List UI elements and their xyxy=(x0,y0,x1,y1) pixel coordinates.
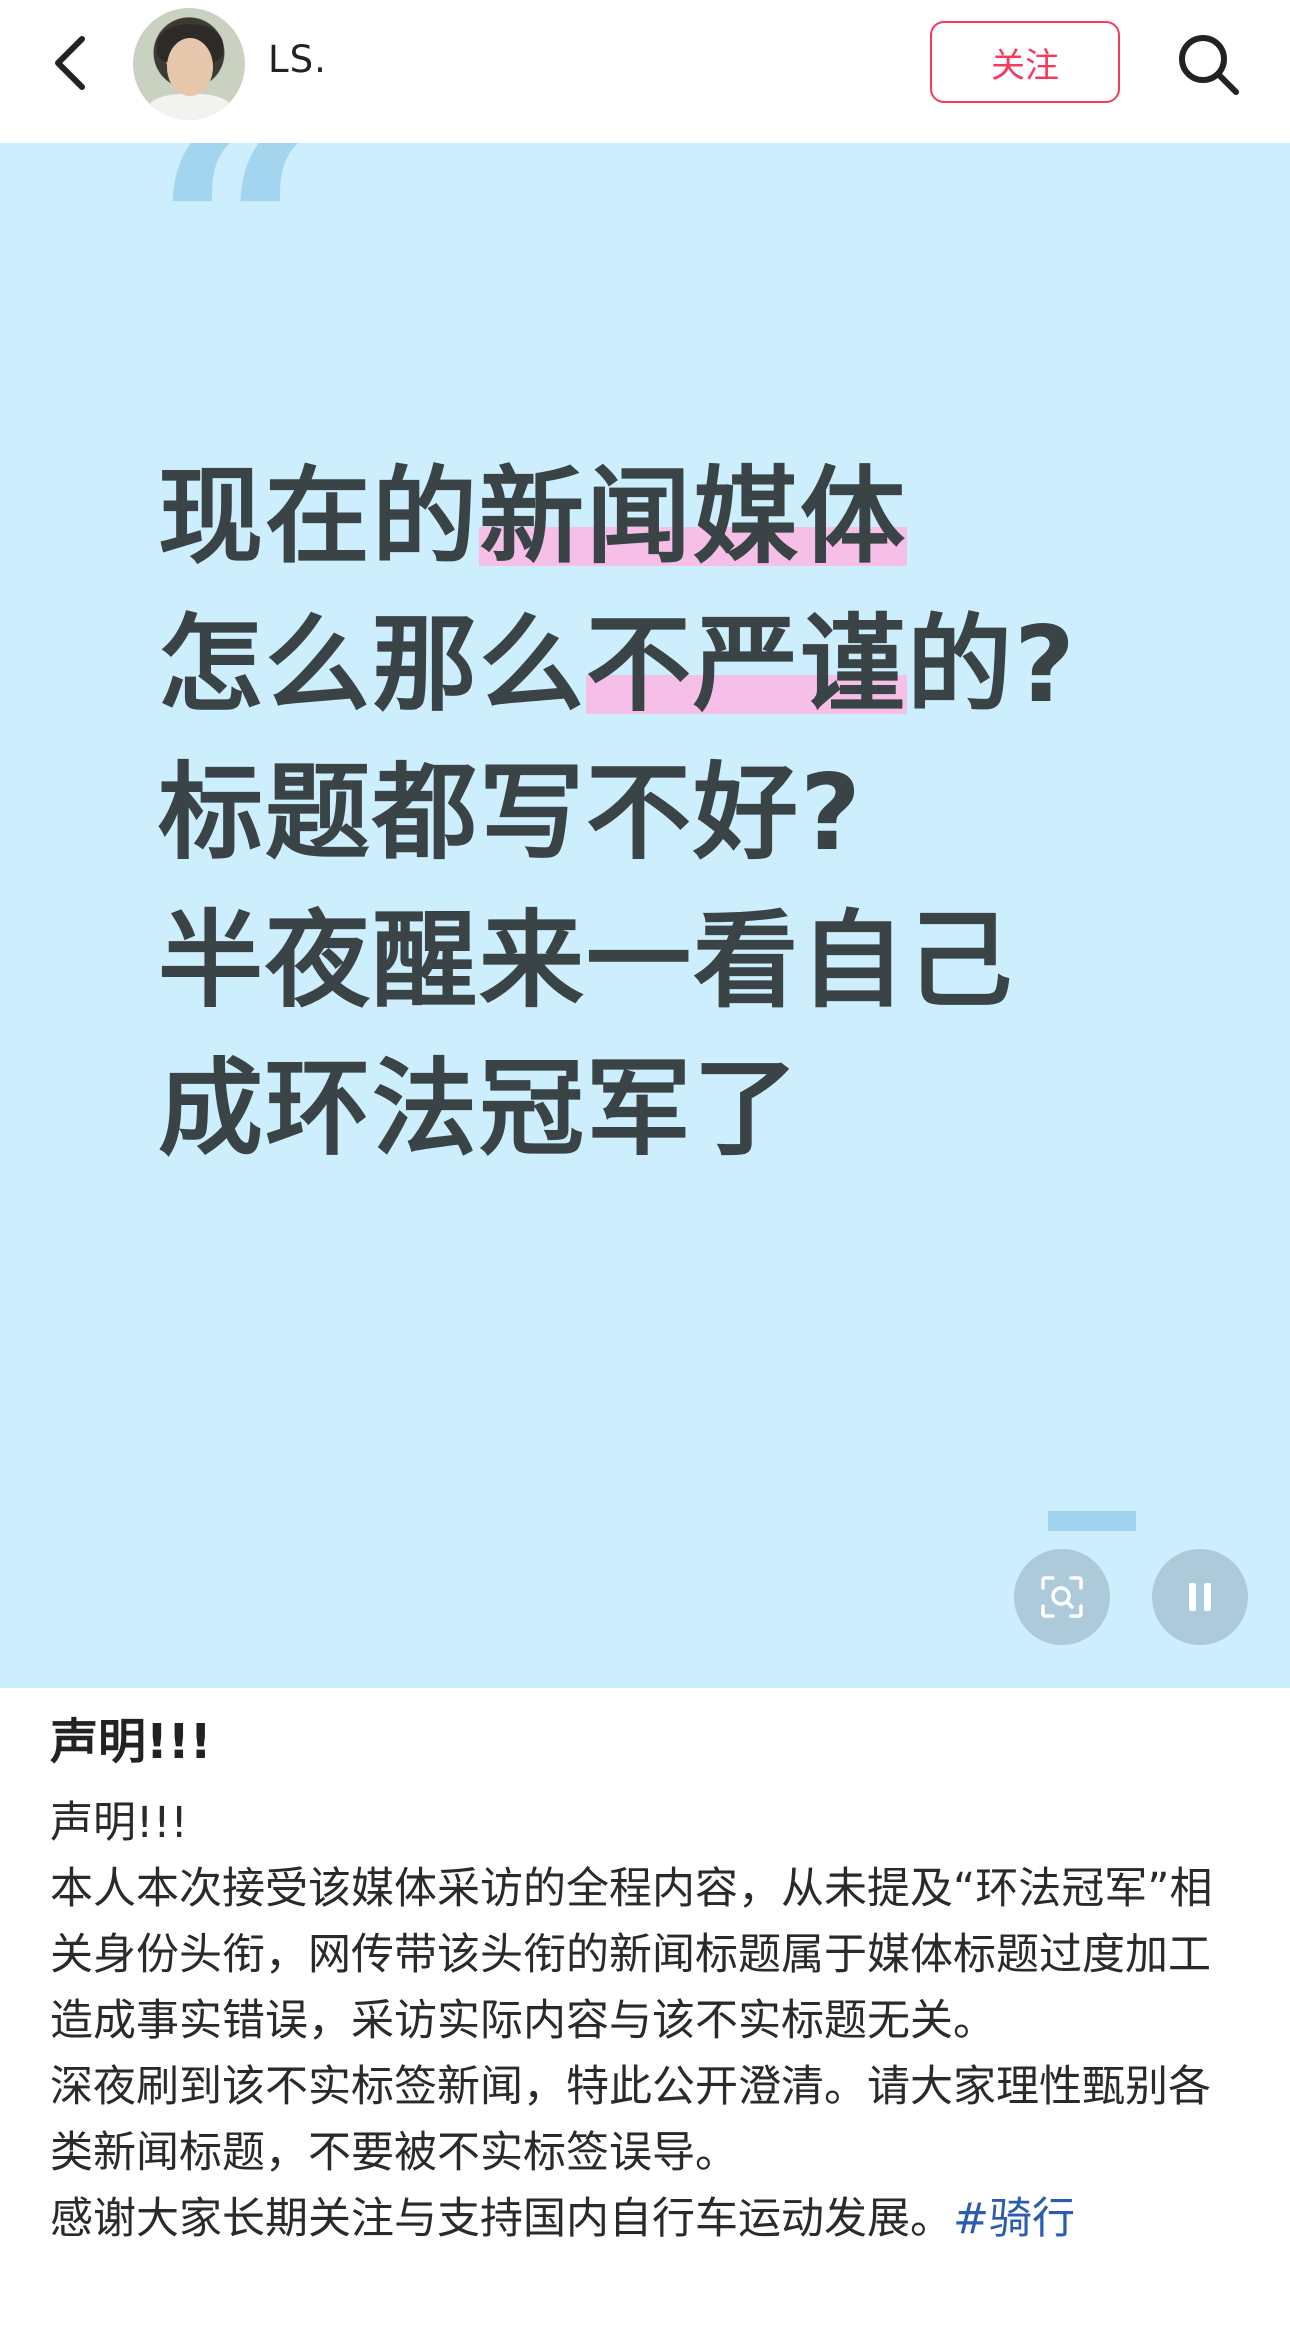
scan-icon xyxy=(1041,1576,1083,1618)
carousel-indicator xyxy=(1048,1511,1136,1531)
chevron-left-icon xyxy=(55,36,85,90)
back-button[interactable] xyxy=(40,28,100,98)
avatar[interactable] xyxy=(133,8,245,120)
post-title: 声明!!! xyxy=(50,1714,212,1770)
quote-line: 现在的新闻媒体 xyxy=(158,456,908,578)
post-paragraph: 深夜刷到该不实标签新闻，特此公开澄清。请大家理性甄别各类新闻标题，不要被不实标签… xyxy=(50,2062,1211,2178)
quote-line: 标题都写不好? xyxy=(158,752,863,874)
post-content: 声明!!! 声明!!! 本人本次接受该媒体采访的全程内容，从未提及“环法冠军”相… xyxy=(50,1710,1250,2252)
search-button[interactable] xyxy=(1170,26,1246,102)
quote-text: 现在的新闻媒体 怎么那么不严谨的? 标题都写不好? 半夜醒来一看自己 成环法冠军… xyxy=(158,443,1158,1183)
follow-button[interactable]: 关注 xyxy=(930,21,1120,103)
quote-line: 半夜醒来一看自己 xyxy=(158,900,1015,1022)
quote-line: 怎么那么不严谨的? xyxy=(158,604,1077,726)
pause-icon xyxy=(1189,1583,1211,1611)
hashtag-link[interactable]: #骑行 xyxy=(953,2194,1075,2244)
quote-mark-icon: “ xyxy=(152,143,325,409)
post-body: 声明!!! 本人本次接受该媒体采访的全程内容，从未提及“环法冠军”相关身份头衔，… xyxy=(50,1790,1250,2252)
post-paragraph: 声明!!! xyxy=(50,1798,188,1848)
post-paragraph: 本人本次接受该媒体采访的全程内容，从未提及“环法冠军”相关身份头衔，网传带该头衔… xyxy=(50,1864,1213,2046)
search-icon xyxy=(1179,35,1239,95)
top-bar: LS. 关注 xyxy=(0,0,1290,143)
image-search-button[interactable] xyxy=(1014,1549,1110,1645)
quote-line: 成环法冠军了 xyxy=(158,1048,801,1170)
image-card[interactable]: “ 现在的新闻媒体 怎么那么不严谨的? 标题都写不好? 半夜醒来一看自己 成环法… xyxy=(0,143,1290,1688)
post-paragraph: 感谢大家长期关注与支持国内自行车运动发展。#骑行 xyxy=(50,2194,1076,2244)
pause-button[interactable] xyxy=(1152,1549,1248,1645)
post-page: LS. 关注 “ 现在的新闻媒体 怎么那么不严谨的? 标题都写不好? 半夜醒来一… xyxy=(0,0,1290,2334)
username[interactable]: LS. xyxy=(268,38,327,81)
